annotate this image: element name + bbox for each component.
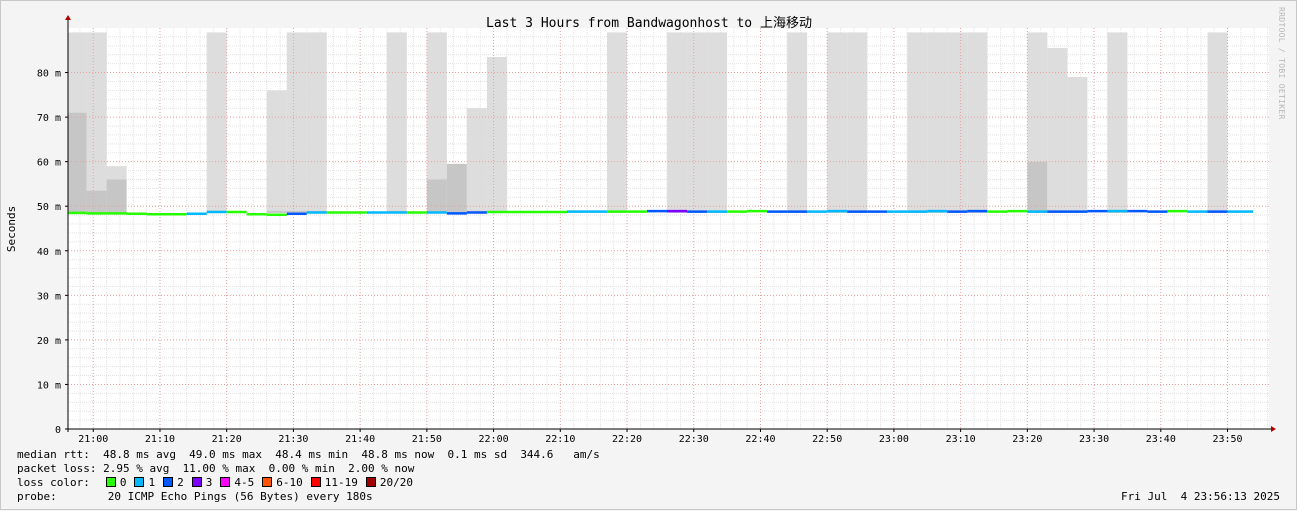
x-tick-label: 22:40	[745, 434, 775, 445]
probe-label: probe:	[17, 490, 57, 503]
x-tick-label: 21:40	[345, 434, 375, 445]
x-tick-label: 21:00	[78, 434, 108, 445]
x-tick-label: 23:40	[1146, 434, 1176, 445]
smoke-bar	[927, 32, 948, 211]
chart-title: Last 3 Hours from Bandwagonhost to 上海移动	[486, 16, 812, 31]
x-tick-label: 23:20	[1012, 434, 1042, 445]
y-tick-label: 70 m	[37, 113, 61, 124]
loss-legend-label: 3	[205, 476, 213, 489]
loss-swatch	[310, 477, 321, 487]
smoke-bar	[386, 32, 407, 211]
smoke-bar	[947, 32, 968, 211]
loss-legend-item: 2	[163, 476, 184, 489]
x-tick-label: 22:10	[545, 434, 575, 445]
x-tick-label: 23:50	[1212, 434, 1242, 445]
x-axis-arrow	[1271, 426, 1276, 432]
loss-legend-label: 4-5	[234, 476, 255, 489]
smoke-bar	[1027, 32, 1048, 162]
smoke-bar-core	[86, 190, 107, 213]
smoke-bar	[847, 32, 868, 211]
y-tick-label: 50 m	[37, 202, 61, 213]
loss-swatch	[191, 477, 202, 487]
probe-text: 20 ICMP Echo Pings (56 Bytes) every 180s	[107, 490, 373, 503]
loss-legend-label: 6-10	[276, 476, 303, 489]
smoke-bar	[206, 32, 227, 211]
probe-info: probe: 20 ICMP Echo Pings (56 Bytes) ever…	[17, 490, 373, 504]
loss-color-legend: loss color: 0 1 2 3 4-5 6-10 11-19 20/20	[17, 476, 421, 490]
smoke-bar	[486, 56, 507, 211]
smoke-bar-core	[68, 112, 87, 213]
loss-legend-item: 20/20	[365, 476, 413, 489]
smoke-bar	[306, 32, 327, 211]
median-rtt-stats: median rtt: 48.8 ms avg 49.0 ms max 48.4…	[17, 448, 600, 461]
loss-legend-label: 20/20	[379, 476, 413, 489]
smoke-bar	[1067, 77, 1088, 211]
loss-legend-label: 2	[177, 476, 184, 489]
smoke-bar-core	[266, 210, 287, 213]
loss-legend-item: 1	[134, 476, 155, 489]
loss-legend-item: 3	[191, 476, 213, 489]
y-tick-label: 0	[55, 425, 61, 436]
smoke-bar	[827, 32, 848, 211]
rrdtool-credit: RRDTOOL / TOBI OETIKER	[1277, 7, 1286, 120]
graph-date: Fri Jul 4 23:56:13 2025	[1121, 490, 1280, 503]
loss-legend-item: 0	[105, 476, 127, 489]
smoke-bar	[426, 32, 447, 180]
smoke-bar-core	[446, 163, 467, 213]
loss-swatch	[220, 477, 231, 487]
x-tick-label: 22:20	[612, 434, 642, 445]
smoke-bar-core	[106, 179, 127, 213]
graph-frame: 0 10 m 20 m 30 m 40 m 50 m 60 m 70 m 80 m 21:00 21…	[0, 0, 1297, 510]
smoke-bar	[266, 90, 287, 211]
x-tick-label: 22:00	[479, 434, 509, 445]
smoke-bar-core	[1027, 161, 1048, 213]
smoke-bar	[1107, 32, 1128, 211]
smoke-bar	[466, 108, 487, 211]
smoke-bar	[667, 32, 688, 211]
loss-swatch	[262, 477, 273, 487]
loss-legend-label: 0	[119, 476, 127, 489]
smoke-bar	[967, 32, 988, 211]
smoke-bar	[607, 32, 628, 211]
y-tick-label: 20 m	[37, 336, 61, 347]
smoke-bar	[1207, 32, 1228, 211]
smoke-bar	[286, 32, 307, 211]
loss-legend-item: 6-10	[262, 476, 303, 489]
loss-legend-item: 4-5	[220, 476, 254, 489]
loss-legend-item: 11-19	[310, 476, 358, 489]
loss-legend-label: 1	[148, 476, 156, 489]
loss-color-label: loss color:	[17, 476, 90, 489]
y-axis-label: Seconds	[5, 206, 18, 252]
smoke-bar	[86, 32, 107, 191]
x-tick-label: 22:50	[812, 434, 842, 445]
x-tick-label: 23:00	[879, 434, 909, 445]
loss-swatch	[105, 477, 116, 487]
smoke-bar	[687, 32, 708, 211]
y-tick-label: 60 m	[37, 158, 61, 169]
x-tick-label: 21:20	[212, 434, 242, 445]
smoke-bar	[707, 32, 728, 211]
y-tick-label: 30 m	[37, 291, 61, 302]
x-tick-label: 23:30	[1079, 434, 1109, 445]
smoke-bar-core	[426, 179, 447, 213]
y-tick-label: 80 m	[37, 69, 61, 80]
x-tick-label: 22:30	[679, 434, 709, 445]
loss-legend-label: 11-19	[324, 476, 358, 489]
x-tick-label: 21:10	[145, 434, 175, 445]
loss-swatch	[134, 477, 145, 487]
y-tick-label: 40 m	[37, 247, 61, 258]
smoke-bar	[106, 166, 127, 180]
x-tick-label: 21:50	[412, 434, 442, 445]
y-axis-arrow	[65, 15, 71, 20]
latency-chart: 0 10 m 20 m 30 m 40 m 50 m 60 m 70 m 80 m 21:00 21…	[5, 15, 1276, 445]
packet-loss-stats: packet loss: 2.95 % avg 11.00 % max 0.00…	[17, 462, 415, 475]
smoke-bar	[787, 32, 808, 211]
loss-swatch	[163, 477, 174, 487]
x-tick-label: 23:10	[946, 434, 976, 445]
smoke-bar	[907, 32, 928, 211]
loss-swatch	[365, 477, 376, 487]
y-tick-label: 10 m	[37, 380, 61, 391]
x-tick-label: 21:30	[278, 434, 308, 445]
